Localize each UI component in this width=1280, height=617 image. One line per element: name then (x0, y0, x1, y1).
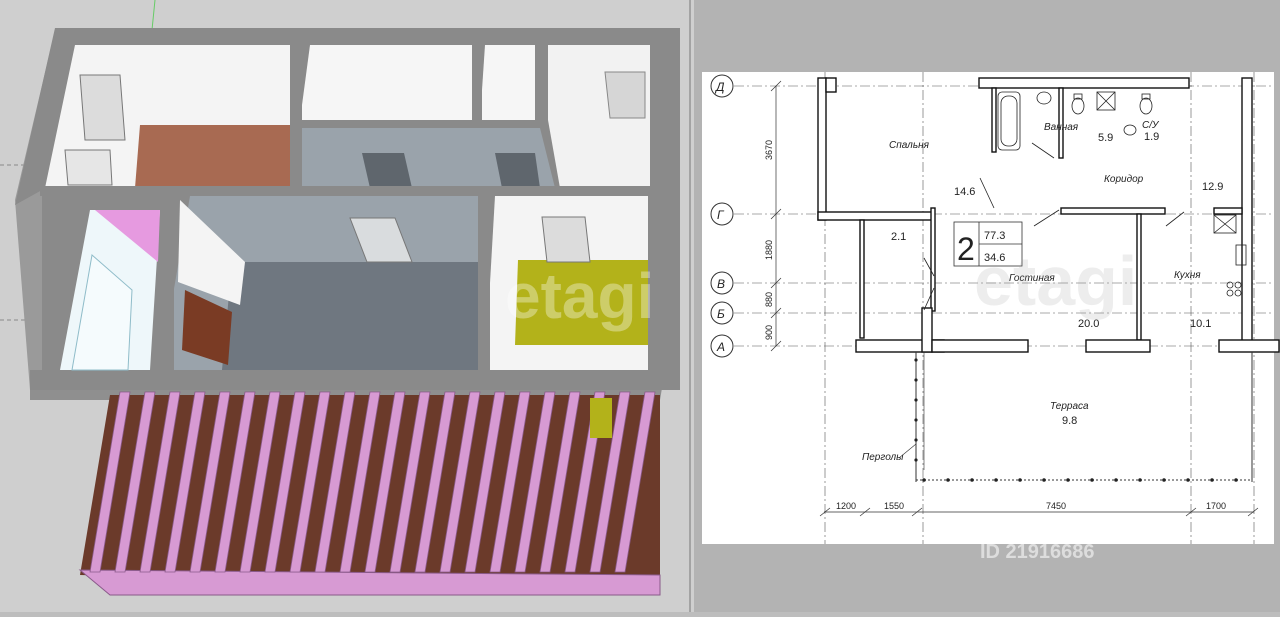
total-area: 77.3 (984, 230, 1005, 242)
dim-3670: 3670 (764, 140, 774, 160)
pergola-post (1114, 478, 1118, 482)
living-west-wall (859, 219, 865, 339)
bedroom-south-wall (817, 211, 933, 221)
dim-1700: 1700 (1206, 501, 1226, 511)
pergola-post (970, 478, 974, 482)
corridor-south-wall (1060, 207, 1166, 215)
pergola-base (78, 569, 661, 596)
dim-880: 880 (764, 292, 774, 307)
dim-7450: 7450 (1046, 501, 1066, 511)
model-3d-view: etagi (0, 0, 694, 612)
kitchen-label: Кухня (1174, 270, 1201, 281)
pergola-post (914, 398, 918, 402)
north-wall-stub (825, 77, 837, 93)
partition-wall (478, 196, 490, 370)
pergola-post (1042, 478, 1046, 482)
corridor-label: Коридор (1104, 174, 1144, 185)
pergola-post (914, 378, 918, 382)
middle-wall (40, 186, 680, 196)
bedroom-floor (135, 125, 292, 188)
pergola-post (914, 438, 918, 442)
dim-1200: 1200 (836, 501, 856, 511)
wc-label: С/У (1142, 120, 1160, 131)
bedroom-label: Спальня (889, 140, 930, 151)
bathroom-label: Ванная (1044, 122, 1079, 133)
north-wall (978, 77, 1190, 89)
kitchen-north-wall (1213, 207, 1243, 215)
corridor-area: 12.9 (1202, 181, 1223, 193)
pergola-post (1066, 478, 1070, 482)
pergola-post (1090, 478, 1094, 482)
pergola-post (922, 478, 926, 482)
pergola-post (1186, 478, 1190, 482)
terrace-area: 9.8 (1062, 415, 1077, 427)
south-wall-pier (921, 307, 933, 353)
listing-id-watermark: ID 21916686 (980, 541, 1095, 563)
watermark-text: etagi (505, 260, 654, 332)
pergola-post (994, 478, 998, 482)
dim-900: 900 (764, 325, 774, 340)
closet-wall (930, 207, 936, 312)
south-wall-d (1218, 339, 1280, 353)
partition-wall (536, 42, 546, 124)
axis-label-a: А (716, 340, 725, 354)
axis-label-d: Д (714, 80, 725, 94)
bathroom-area: 5.9 (1098, 132, 1113, 144)
east-wall (1241, 77, 1253, 349)
rooms-count: 2 (957, 231, 975, 267)
dim-1880: 1880 (764, 240, 774, 260)
pergola-post (1138, 478, 1142, 482)
wc-walls (480, 45, 535, 120)
pergola-post (914, 418, 918, 422)
kitchen-area: 10.1 (1190, 318, 1211, 330)
bedroom-window (79, 74, 126, 141)
dim-1550: 1550 (884, 501, 904, 511)
door-opening (495, 153, 540, 188)
pergola-post (1018, 478, 1022, 482)
south-wall-c (1085, 339, 1151, 353)
plan-watermark: etagi (974, 242, 1137, 320)
west-wall (817, 77, 827, 221)
bathroom-walls (300, 45, 475, 120)
axis-label-b: Б (717, 307, 725, 321)
bedroom-area: 14.6 (954, 186, 975, 198)
pergola-post (1210, 478, 1214, 482)
axis-line (151, 0, 156, 31)
model-3d-svg: etagi (0, 0, 691, 612)
living-floor (222, 262, 478, 370)
floor-plan-view: Д Г В Б А 3670 1880 880 900 Спальня 14.6… (694, 0, 1280, 612)
bath-partition (991, 87, 997, 153)
axis-label-v: В (717, 277, 725, 291)
pergola-post (914, 358, 918, 362)
partition-wall (290, 42, 302, 192)
kitchen-niche (604, 71, 646, 119)
terrace-label: Терраса (1050, 401, 1089, 412)
south-wall-b (931, 339, 1029, 353)
pergola-post (1162, 478, 1166, 482)
closet-area: 2.1 (891, 231, 906, 243)
kitchen-partition (1136, 213, 1142, 341)
pergola-post (914, 458, 918, 462)
pergola-post (1234, 478, 1238, 482)
wc-area: 1.9 (1144, 131, 1159, 143)
pergola-post (946, 478, 950, 482)
floor-plan-svg: Д Г В Б А 3670 1880 880 900 Спальня 14.6… (702, 72, 1280, 563)
bedroom-window-lower (64, 149, 113, 186)
partition-wall (160, 196, 174, 370)
kitchen-window (541, 216, 591, 263)
door-opening (362, 153, 412, 188)
terrace-yellow-accent (590, 398, 612, 438)
pergola-label: Перголы (862, 452, 904, 463)
partition-wall (472, 42, 482, 124)
